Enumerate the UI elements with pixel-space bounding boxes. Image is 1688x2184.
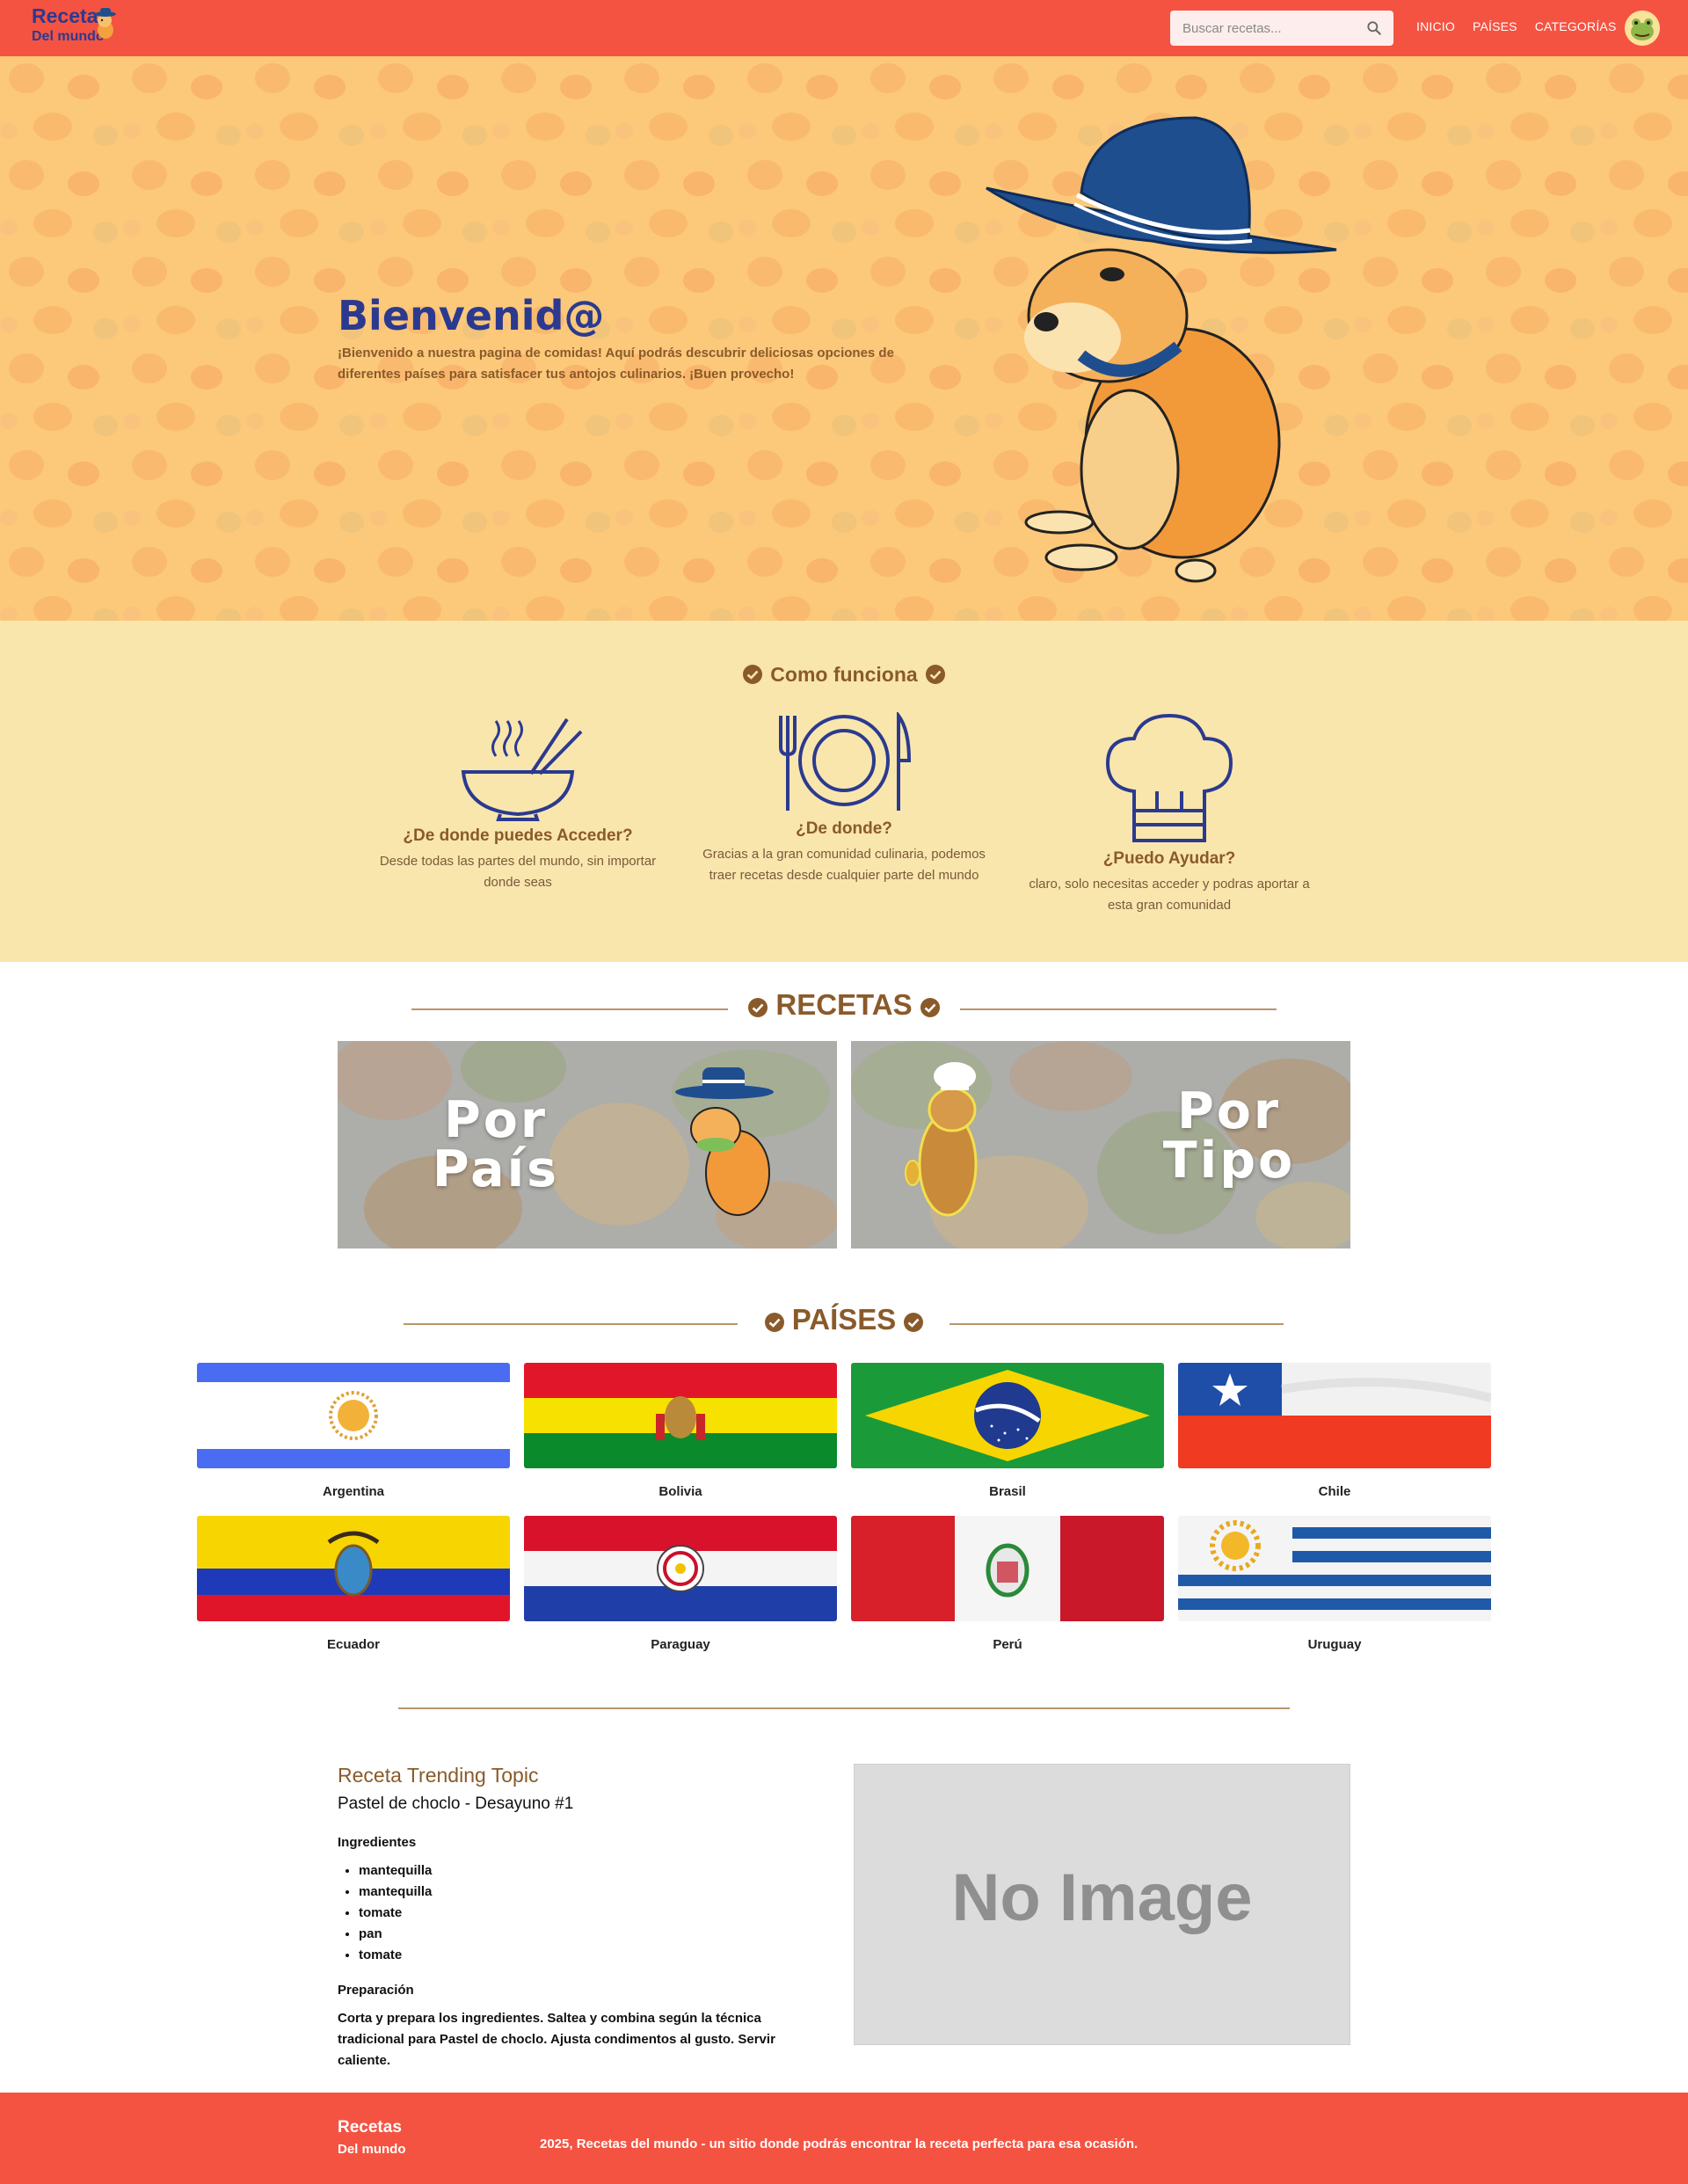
paises-heading-text: PAÍSES <box>791 1303 897 1336</box>
paises-heading-title: PAÍSES <box>744 1303 944 1336</box>
country-name-chile: Chile <box>1318 1484 1351 1499</box>
how-item-access-title: ¿De donde puedes Acceder? <box>403 826 633 845</box>
ingredient-item: tomate <box>359 1903 432 1924</box>
country-card-bolivia[interactable]: Bolivia <box>524 1363 837 1499</box>
card-por-pais-label: Por País <box>390 1091 601 1198</box>
how-it-works-section: Como funciona ¿De donde puedes Acceder? … <box>0 621 1688 962</box>
argentina-flag-image <box>197 1363 510 1468</box>
heading-divider <box>404 1323 738 1325</box>
country-card-brasil[interactable]: Brasil <box>851 1363 1164 1499</box>
search-box <box>1170 11 1393 46</box>
recetas-heading: RECETAS <box>0 988 1688 1029</box>
avatar[interactable] <box>1625 11 1660 46</box>
footer-brand-title: Recetas <box>338 2118 402 2137</box>
card-por-tipo-label: Por Tipo <box>1124 1082 1335 1190</box>
top-navbar: Recetas Del mundo INICIO PAÍSES CATEGORÍ… <box>0 0 1688 56</box>
footer-brand[interactable]: Recetas Del mundo <box>338 2117 406 2159</box>
chile-flag-image <box>1178 1363 1491 1468</box>
paises-heading: PAÍSES <box>0 1303 1688 1343</box>
dog-with-hat-illustration <box>986 116 1337 583</box>
how-heading: Como funciona <box>0 663 1688 687</box>
hero-title: Bienvenid@ <box>338 292 605 339</box>
hero-section: Bienvenid@ ¡Bienvenido a nuestra pagina … <box>0 56 1688 621</box>
no-image-label: No Image <box>951 1860 1253 1935</box>
card-por-tipo-line2: Tipo <box>1162 1132 1296 1190</box>
heading-divider <box>960 1008 1277 1010</box>
how-heading-text: Como funciona <box>770 663 918 686</box>
trending-recipe-title[interactable]: Pastel de choclo - Desayuno #1 <box>338 1795 573 1814</box>
nav-categorias[interactable]: CATEGORÍAS <box>1535 19 1617 33</box>
frog-avatar-icon <box>1625 11 1660 46</box>
how-item-help-desc: claro, solo necesitas acceder y podras a… <box>1029 877 1310 913</box>
recipe-image-placeholder: No Image <box>854 1764 1350 2045</box>
country-name-bolivia: Bolivia <box>658 1484 702 1499</box>
country-card-uruguay[interactable]: Uruguay <box>1178 1516 1491 1652</box>
preparation-text: Corta y prepara los ingredientes. Saltea… <box>338 2011 775 2068</box>
chef-hat-icon <box>1105 713 1233 842</box>
check-circle-icon <box>764 1313 784 1332</box>
hero-text: ¡Bienvenido a nuestra pagina de comidas!… <box>338 346 894 382</box>
nav-paises[interactable]: PAÍSES <box>1473 19 1517 33</box>
main-nav: INICIO PAÍSES CATEGORÍAS <box>1416 19 1617 33</box>
card-por-pais-line1: Por <box>443 1091 549 1149</box>
country-card-chile[interactable]: Chile <box>1178 1363 1491 1499</box>
check-circle-icon <box>748 998 768 1017</box>
how-item-help: ¿Puedo Ayudar? claro, solo necesitas acc… <box>1015 712 1323 916</box>
footer: Recetas Del mundo 2025, Recetas del mund… <box>0 2093 1688 2184</box>
ecuador-flag-image <box>197 1516 510 1621</box>
recetas-heading-text: RECETAS <box>775 988 913 1021</box>
hero-background-pattern <box>0 56 1688 621</box>
check-circle-icon <box>925 665 945 684</box>
heading-divider <box>411 1008 728 1010</box>
ingredients-heading: Ingredientes <box>338 1835 417 1850</box>
search-icon[interactable] <box>1365 19 1383 37</box>
country-card-ecuador[interactable]: Ecuador <box>197 1516 510 1652</box>
country-name-argentina: Argentina <box>322 1484 384 1499</box>
plate-cutlery-icon <box>779 712 912 811</box>
how-item-help-title: ¿Puedo Ayudar? <box>1102 849 1236 868</box>
trending-label: Receta Trending Topic <box>338 1764 539 1787</box>
country-card-peru[interactable]: Perú <box>851 1516 1164 1652</box>
country-name-ecuador: Ecuador <box>326 1637 380 1652</box>
paraguay-flag-image <box>524 1516 837 1621</box>
country-card-paraguay[interactable]: Paraguay <box>524 1516 837 1652</box>
preparation-heading: Preparación <box>338 1983 414 1998</box>
dog-mascot-icon <box>95 8 116 39</box>
ingredient-item: pan <box>359 1924 432 1945</box>
bolivia-flag-image <box>524 1363 837 1468</box>
ingredients-list: mantequilla mantequilla tomate pan tomat… <box>359 1860 432 1966</box>
footer-copyright: 2025, Recetas del mundo - un sitio donde… <box>540 2137 1139 2151</box>
how-item-access-desc: Desde todas las partes del mundo, sin im… <box>379 854 657 890</box>
peru-flag-image <box>851 1516 1164 1621</box>
ingredient-item: tomate <box>359 1945 432 1966</box>
card-por-pais-line2: País <box>432 1140 560 1198</box>
country-name-uruguay: Uruguay <box>1307 1637 1362 1652</box>
country-name-peru: Perú <box>993 1637 1022 1652</box>
heading-divider <box>950 1323 1284 1325</box>
check-circle-icon <box>920 998 940 1017</box>
recipe-card-por-pais[interactable]: Por País <box>338 1041 837 1249</box>
how-item-where-desc: Gracias a la gran comunidad culinaria, p… <box>702 847 986 883</box>
country-card-argentina[interactable]: Argentina <box>197 1363 510 1499</box>
recipe-card-por-tipo[interactable]: Por Tipo <box>851 1041 1350 1249</box>
ingredient-item: mantequilla <box>359 1882 432 1903</box>
how-item-access: ¿De donde puedes Acceder? Desde todas la… <box>364 712 672 893</box>
section-divider <box>398 1707 1290 1709</box>
brasil-flag-image <box>851 1363 1164 1468</box>
how-item-where: ¿De donde? Gracias a la gran comunidad c… <box>690 712 998 886</box>
footer-brand-subtitle: Del mundo <box>338 2142 406 2157</box>
country-name-paraguay: Paraguay <box>651 1637 710 1652</box>
search-input[interactable] <box>1170 11 1346 46</box>
recetas-heading-title: RECETAS <box>728 988 960 1022</box>
nav-inicio[interactable]: INICIO <box>1416 19 1455 33</box>
country-name-brasil: Brasil <box>989 1484 1026 1499</box>
check-circle-icon <box>743 665 763 684</box>
how-item-where-title: ¿De donde? <box>796 819 892 838</box>
card-por-tipo-line1: Por <box>1176 1082 1282 1140</box>
check-circle-icon <box>904 1313 924 1332</box>
bowl-chopsticks-icon <box>461 717 583 821</box>
ingredient-item: mantequilla <box>359 1860 432 1882</box>
uruguay-flag-image <box>1178 1516 1491 1621</box>
